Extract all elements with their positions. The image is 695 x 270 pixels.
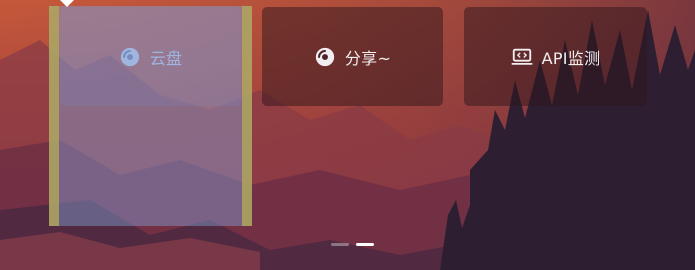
tile-cloud-drive-label: 云盘: [149, 48, 183, 68]
tile-cloud-drive[interactable]: 云盘: [60, 7, 241, 106]
tile-share-label: 分享~: [344, 48, 392, 68]
tile-api-monitor[interactable]: API监测: [464, 7, 647, 106]
disc-icon: [314, 46, 336, 68]
carousel-indicator: [331, 243, 374, 246]
pointer-caret: [60, 0, 74, 7]
tile-share[interactable]: 分享~: [262, 7, 443, 106]
carousel-dot-1[interactable]: [331, 243, 349, 246]
carousel-dot-2[interactable]: [356, 243, 374, 246]
tile-api-monitor-label: API监测: [541, 48, 601, 68]
disc-icon: [119, 46, 141, 68]
monitor-code-icon: [511, 46, 533, 68]
